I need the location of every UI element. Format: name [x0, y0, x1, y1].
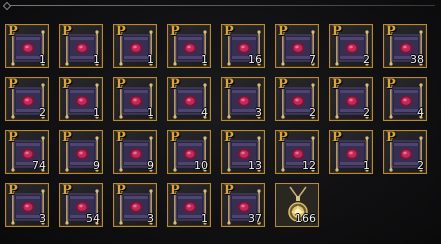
item-quantity: 3 — [255, 106, 262, 119]
item-grade-badge: P — [116, 183, 126, 198]
item-quantity: 1 — [93, 106, 100, 119]
inventory-slot[interactable]: P1 — [167, 24, 211, 68]
inventory-slot[interactable]: P1 — [167, 183, 211, 227]
item-quantity: 10 — [194, 159, 208, 172]
item-quantity: 38 — [410, 53, 424, 66]
item-grade-badge: P — [170, 77, 180, 92]
inventory-slot[interactable]: P3 — [113, 183, 157, 227]
item-grade-badge: P — [62, 183, 72, 198]
item-grade-badge: P — [170, 130, 180, 145]
item-grade-badge: P — [8, 77, 18, 92]
inventory-slot[interactable]: P3 — [221, 77, 265, 121]
inventory-slot[interactable]: P1 — [113, 24, 157, 68]
inventory-slot[interactable]: 166 — [275, 183, 319, 227]
inventory-slot[interactable]: P 38 — [383, 24, 427, 68]
inventory-grid: P1 P1 P1 P 1 P 16 P 7 P 2 P 38 P 2 P 1 P… — [5, 24, 427, 227]
item-grade-badge: P — [116, 77, 126, 92]
item-grade-badge: P — [170, 183, 180, 198]
inventory-slot[interactable]: P 13 — [221, 130, 265, 174]
inventory-panel: P1 P1 P1 P 1 P 16 P 7 P 2 P 38 P 2 P 1 P… — [0, 0, 441, 244]
item-grade-badge: P — [386, 24, 396, 39]
inventory-slot[interactable]: P1 — [59, 24, 103, 68]
item-quantity: 1 — [363, 159, 370, 172]
item-grade-badge: P — [224, 183, 234, 198]
item-quantity: 2 — [39, 106, 46, 119]
item-grade-badge: P — [224, 77, 234, 92]
inventory-slot[interactable]: P1 — [5, 24, 49, 68]
item-grade-badge: P — [8, 183, 18, 198]
inventory-slot[interactable]: P1 — [59, 77, 103, 121]
inventory-slot[interactable]: P3 — [5, 183, 49, 227]
item-grade-badge: P — [8, 24, 18, 39]
inventory-slot[interactable]: P4 — [383, 77, 427, 121]
inventory-slot[interactable]: P2 — [329, 77, 373, 121]
item-quantity: 9 — [147, 159, 154, 172]
inventory-slot[interactable]: P 16 — [221, 24, 265, 68]
inventory-slot[interactable]: P 37 — [221, 183, 265, 227]
inventory-slot[interactable]: P4 — [167, 77, 211, 121]
item-quantity: 12 — [302, 159, 316, 172]
item-quantity: 1 — [147, 106, 154, 119]
item-quantity: 166 — [295, 212, 316, 225]
item-grade-badge: P — [278, 77, 288, 92]
item-grade-badge: P — [170, 24, 180, 39]
panel-divider — [6, 5, 435, 6]
item-quantity: 4 — [417, 106, 424, 119]
item-grade-badge: P — [332, 77, 342, 92]
item-grade-badge: P — [386, 77, 396, 92]
item-quantity: 13 — [248, 159, 262, 172]
item-quantity: 1 — [39, 53, 46, 66]
item-grade-badge: P — [62, 77, 72, 92]
inventory-slot[interactable]: P1 — [113, 77, 157, 121]
item-quantity: 16 — [248, 53, 262, 66]
item-quantity: 1 — [201, 53, 208, 66]
inventory-slot[interactable]: P1 — [329, 130, 373, 174]
inventory-slot[interactable]: P 12 — [275, 130, 319, 174]
item-grade-badge: P — [332, 24, 342, 39]
item-grade-badge: P — [116, 130, 126, 145]
item-grade-badge: P — [386, 130, 396, 145]
inventory-slot[interactable]: P2 — [5, 77, 49, 121]
item-quantity: 2 — [417, 159, 424, 172]
item-grade-badge: P — [62, 24, 72, 39]
item-grade-badge: P — [224, 24, 234, 39]
item-quantity: 54 — [86, 212, 100, 225]
inventory-slot[interactable]: P 54 — [59, 183, 103, 227]
item-quantity: 4 — [201, 106, 208, 119]
item-grade-badge: P — [8, 130, 18, 145]
inventory-slot[interactable]: P7 — [275, 24, 319, 68]
item-quantity: 1 — [147, 53, 154, 66]
inventory-slot[interactable]: P 10 — [167, 130, 211, 174]
inventory-slot[interactable]: P9 — [113, 130, 157, 174]
item-quantity: 74 — [32, 159, 46, 172]
item-quantity: 1 — [93, 53, 100, 66]
item-quantity: 2 — [363, 106, 370, 119]
item-grade-badge: P — [62, 130, 72, 145]
item-quantity: 2 — [309, 106, 316, 119]
inventory-slot[interactable]: P2 — [383, 130, 427, 174]
item-grade-badge: P — [224, 130, 234, 145]
item-quantity: 37 — [248, 212, 262, 225]
inventory-slot[interactable]: P9 — [59, 130, 103, 174]
inventory-slot[interactable]: P 74 — [5, 130, 49, 174]
item-grade-badge: P — [116, 24, 126, 39]
item-grade-badge: P — [278, 130, 288, 145]
item-quantity: 1 — [201, 212, 208, 225]
item-quantity: 2 — [363, 53, 370, 66]
item-grade-badge: P — [332, 130, 342, 145]
inventory-slot[interactable]: P2 — [275, 77, 319, 121]
item-quantity: 9 — [93, 159, 100, 172]
item-quantity: 3 — [39, 212, 46, 225]
inventory-slot[interactable]: P2 — [329, 24, 373, 68]
item-quantity: 7 — [309, 53, 316, 66]
item-quantity: 3 — [147, 212, 154, 225]
item-grade-badge: P — [278, 24, 288, 39]
